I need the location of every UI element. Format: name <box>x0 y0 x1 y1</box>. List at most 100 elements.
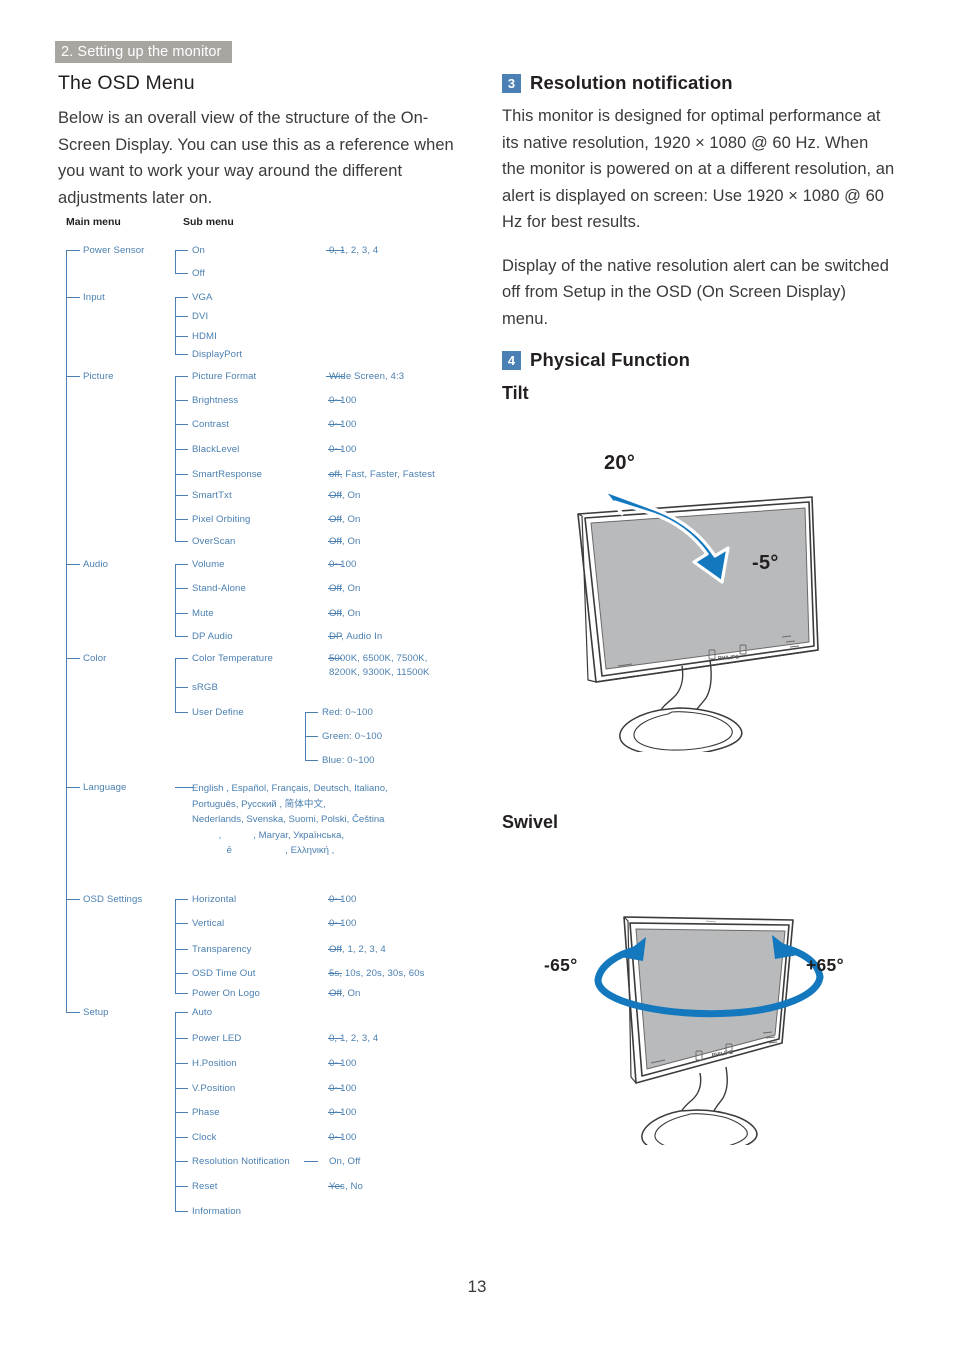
tree-sub-displayport: DisplayPort <box>192 349 243 360</box>
tree-branch <box>175 336 188 337</box>
tree-sub-dp-audio: DP Audio <box>192 631 233 642</box>
tree-branch <box>66 297 80 298</box>
tree-value-green: Green: 0~100 <box>322 731 383 742</box>
tree-main-power-sensor: Power Sensor <box>83 245 145 256</box>
tree-branch <box>175 588 188 589</box>
tree-header-main: Main menu <box>66 216 121 228</box>
tilt-monitor-illustration: PHILIPS <box>577 488 819 756</box>
tree-branch <box>175 687 188 688</box>
tree-value-horizontal: 0~100 <box>329 894 357 905</box>
tree-value-smarttxt: Off, On <box>329 490 361 501</box>
tree-value-phase: 0~100 <box>329 1107 357 1118</box>
tree-branch <box>66 658 80 659</box>
tree-sub-brightness: Brightness <box>192 395 239 406</box>
tree-branch <box>175 1038 188 1039</box>
tree-sub-h-position: H.Position <box>192 1058 237 1069</box>
physical-function-heading: 4 Physical Function <box>502 349 896 371</box>
tilt-angle-down-label: -5° <box>752 552 779 574</box>
tree-sub-vertical: Vertical <box>192 918 225 929</box>
tree-value-contrast: 0~100 <box>329 419 357 430</box>
tree-sub-contrast: Contrast <box>192 419 230 430</box>
tree-value-reset: Yes, No <box>329 1181 363 1192</box>
left-column: The OSD Menu Below is an overall view of… <box>58 72 458 228</box>
tree-branch <box>175 541 188 542</box>
tree-branch <box>66 1012 80 1013</box>
tree-sub-smarttxt: SmartTxt <box>192 490 232 501</box>
section-title-physical-function: Physical Function <box>530 349 691 370</box>
tree-main-spine <box>66 250 67 1012</box>
tree-branch <box>175 564 188 565</box>
tree-sub-power-led: Power LED <box>192 1033 242 1044</box>
tree-sub-on: On <box>192 245 205 256</box>
tree-sub-overscan: OverScan <box>192 536 236 547</box>
tree-branch <box>175 400 188 401</box>
chapter-header-bar: 2. Setting up the monitor <box>55 41 232 63</box>
tree-sub-resolution-notification: Resolution Notification <box>192 1156 290 1167</box>
tilt-figure: 20° -5° PHILIPS <box>560 452 900 756</box>
tree-value-overscan: Off, On <box>329 536 361 547</box>
swivel-angle-left-label: -65° <box>544 955 578 975</box>
tree-branch <box>175 1112 188 1113</box>
tree-sub-phase: Phase <box>192 1107 220 1118</box>
tilt-heading: Tilt <box>502 383 529 403</box>
tree-value-resolution-notification: On, Off <box>329 1156 361 1167</box>
tree-sub-spine-input <box>175 297 176 354</box>
tree-value-h-position: 0~100 <box>329 1058 357 1069</box>
tree-branch <box>175 376 188 377</box>
tree-value-color-temperature-1: 5000K, 6500K, 7500K, <box>329 653 428 664</box>
tree-branch <box>175 1186 188 1187</box>
tree-sub-picture-format: Picture Format <box>192 371 257 382</box>
resolution-notification-heading: 3 Resolution notification <box>502 72 896 94</box>
tree-main-color: Color <box>83 653 107 664</box>
tree-sub-auto: Auto <box>192 1007 213 1018</box>
manual-page: 2. Setting up the monitor The OSD Menu B… <box>0 0 954 1350</box>
swivel-heading: Swivel <box>502 812 559 832</box>
tree-main-input: Input <box>83 292 105 303</box>
tree-sub-blacklevel: BlackLevel <box>192 444 240 455</box>
tree-main-picture: Picture <box>83 371 114 382</box>
tree-branch <box>175 250 188 251</box>
tree-branch <box>175 613 188 614</box>
tree-branch <box>175 519 188 520</box>
osd-menu-tree: Main menu Sub menu Power Sensor Input Pi… <box>58 216 488 1226</box>
tree-sub-vga: VGA <box>192 292 213 303</box>
tree-branch <box>175 658 188 659</box>
section-title-resolution-notification: Resolution notification <box>530 72 733 93</box>
swivel-heading-wrap: Swivel <box>502 812 558 833</box>
tree-header-sub: Sub menu <box>183 216 234 228</box>
tree-branch <box>175 712 188 713</box>
tree-value-osd-time-out: 5s, 10s, 20s, 30s, 60s <box>329 968 425 979</box>
tree-sub-hdmi: HDMI <box>192 331 217 342</box>
tree-sub-information: Information <box>192 1206 242 1217</box>
tree-branch <box>175 899 188 900</box>
tree-branch <box>305 760 318 761</box>
tree-branch <box>175 1211 188 1212</box>
tree-branch <box>175 449 188 450</box>
tree-sub-reset: Reset <box>192 1181 218 1192</box>
tree-value-dp-audio: DP, Audio In <box>329 631 383 642</box>
tree-main-setup: Setup <box>83 1007 109 1018</box>
tree-branch <box>175 316 188 317</box>
tree-sub-stand-alone: Stand-Alone <box>192 583 246 594</box>
tree-branch <box>175 424 188 425</box>
tree-sub-transparency: Transparency <box>192 944 252 955</box>
tree-value-brightness: 0~100 <box>329 395 357 406</box>
tree-branch <box>175 474 188 475</box>
tree-branch <box>66 250 80 251</box>
tree-sub-mute: Mute <box>192 608 214 619</box>
tree-branch <box>66 787 80 788</box>
tree-sub-color-temperature: Color Temperature <box>192 653 273 664</box>
tree-sub-horizontal: Horizontal <box>192 894 237 905</box>
tree-branch <box>66 564 80 565</box>
tree-sub-smartresponse: SmartResponse <box>192 469 263 480</box>
tree-sub-spine-osd-settings <box>175 899 176 993</box>
tilt-angle-up-label: 20° <box>604 452 636 474</box>
tree-value-smartresponse: off, Fast, Faster, Fastest <box>329 469 435 480</box>
tree-branch <box>304 1161 318 1162</box>
tree-branch <box>175 1063 188 1064</box>
tree-branch <box>175 973 188 974</box>
tree-branch <box>175 1012 188 1013</box>
tree-branch <box>175 354 188 355</box>
swivel-figure: -65° +65° PHILIPS <box>520 855 900 1155</box>
swivel-angle-right-label: +65° <box>806 955 844 975</box>
